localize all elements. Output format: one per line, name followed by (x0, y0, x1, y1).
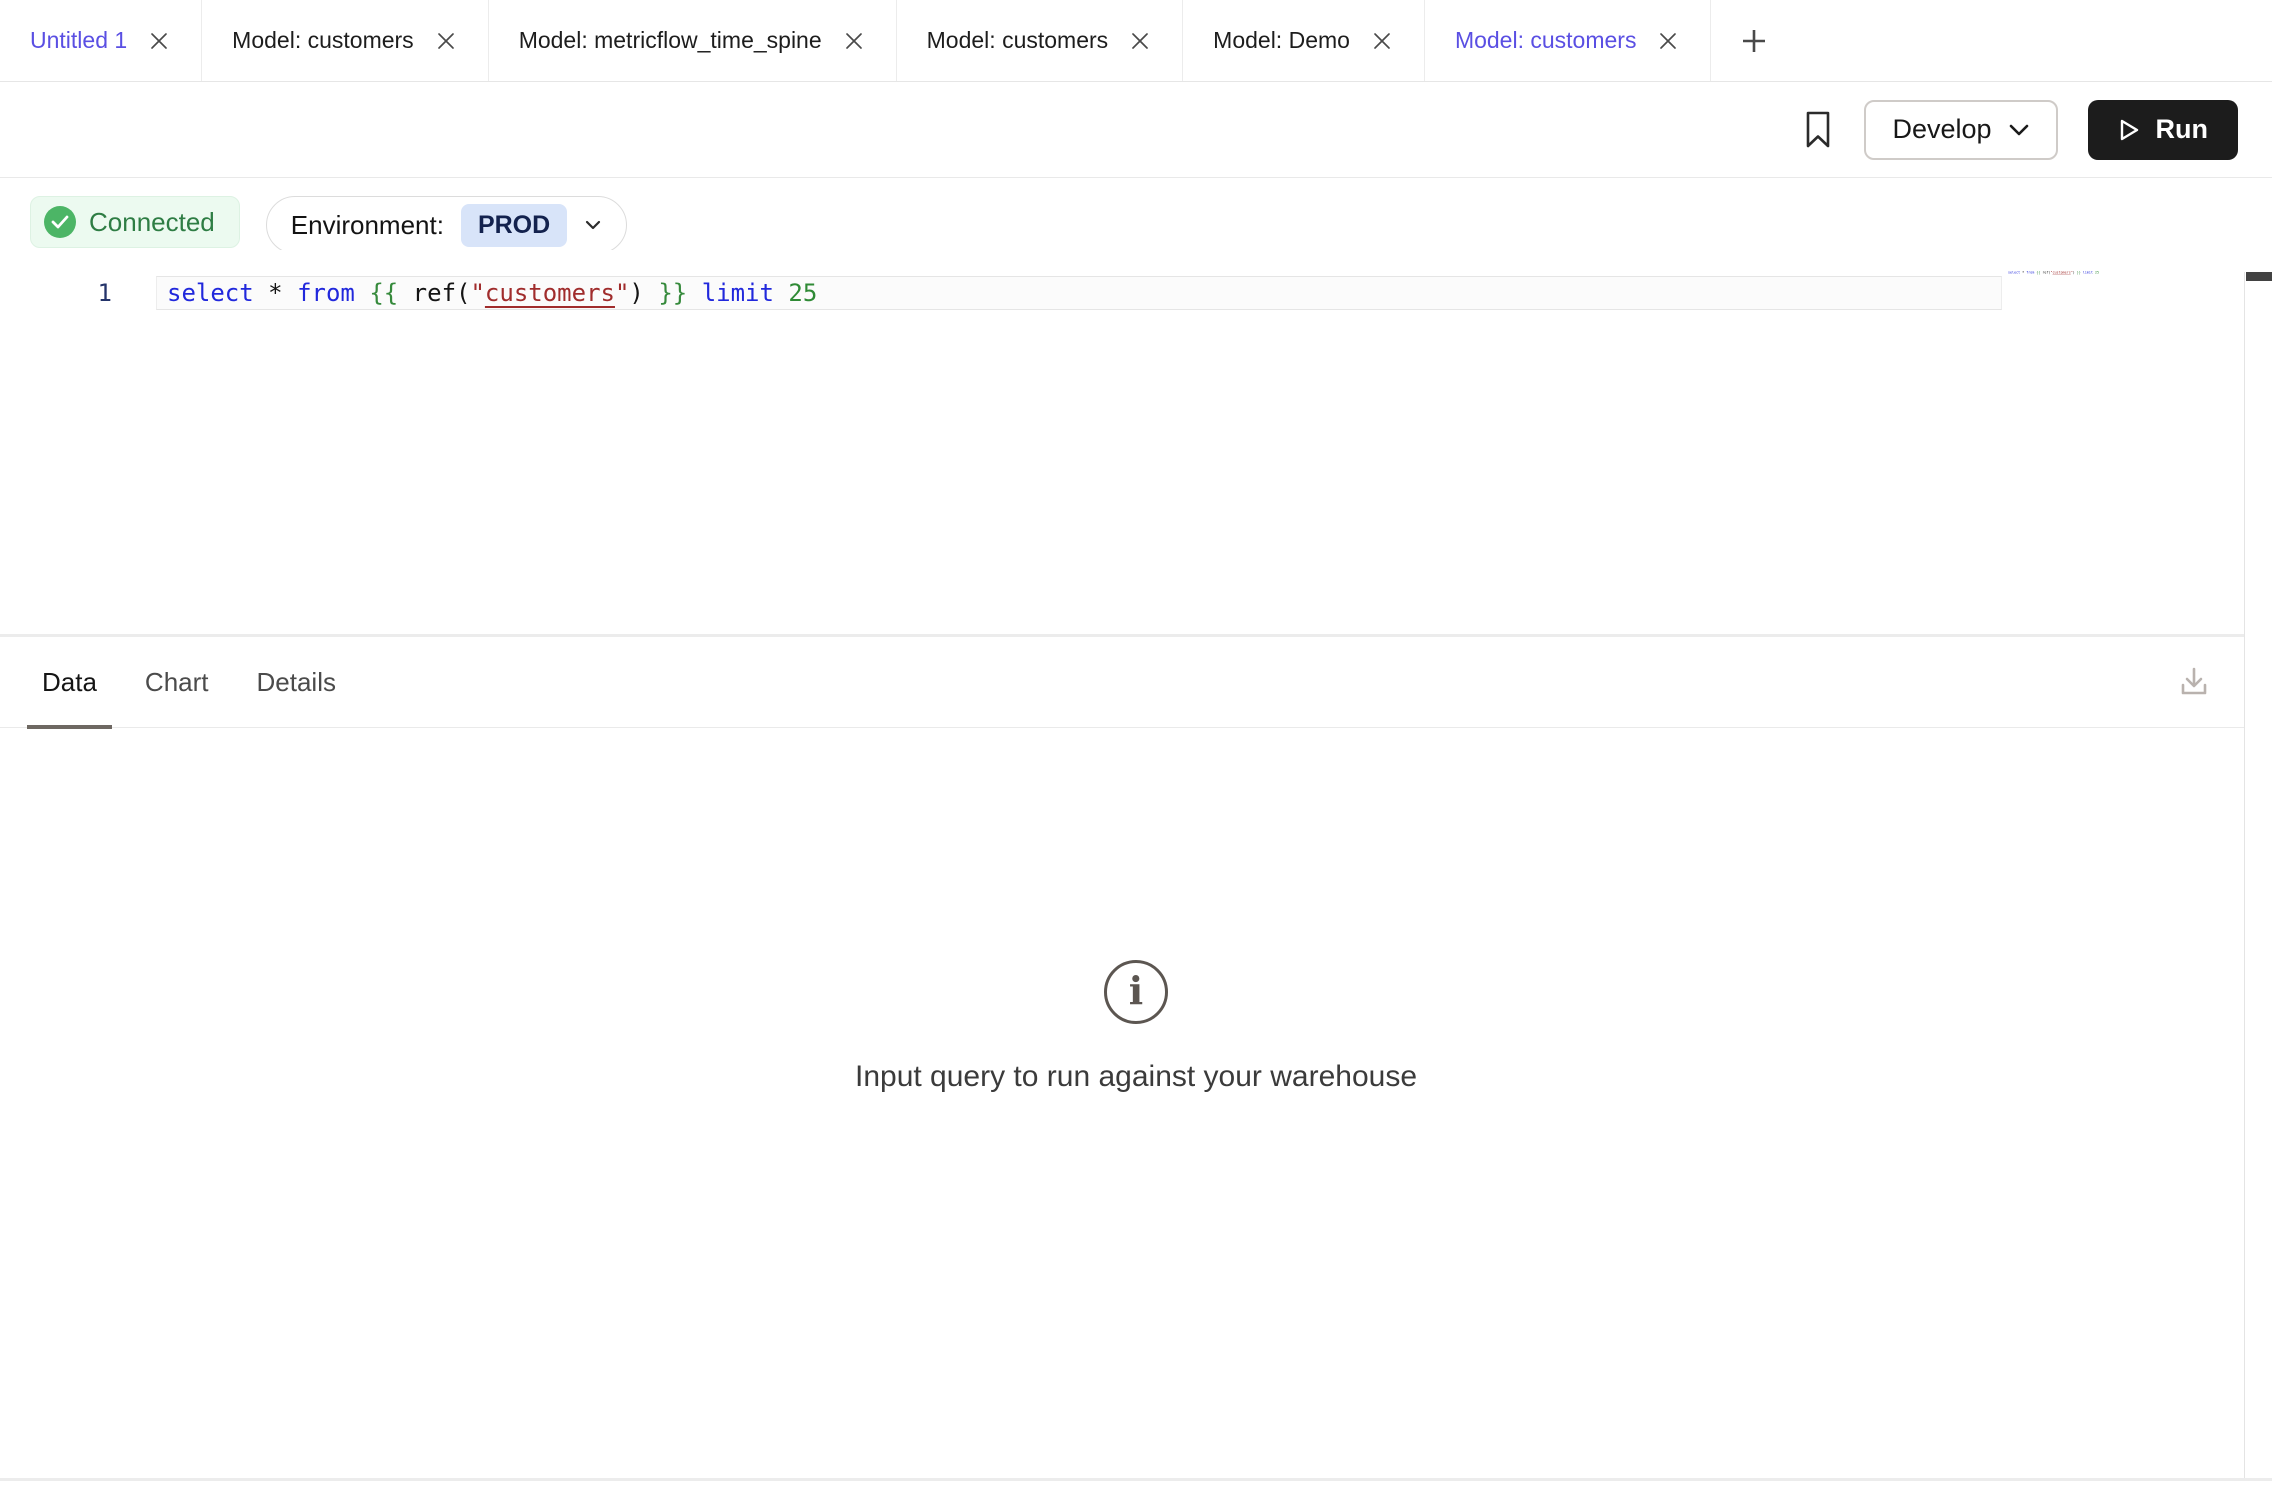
tab-details[interactable]: Details (257, 637, 336, 727)
new-tab-button[interactable] (1711, 0, 1797, 81)
run-button[interactable]: Run (2088, 100, 2238, 160)
results-tabbar: Data Chart Details (0, 637, 2272, 728)
bookmark-button[interactable] (1802, 109, 1834, 151)
tab-5-model-customers[interactable]: Model: customers (1425, 0, 1712, 81)
code-token: select (2008, 270, 2020, 274)
chevron-down-icon (584, 219, 602, 231)
code-token: limit (2083, 270, 2093, 274)
tab-data[interactable]: Data (42, 637, 97, 727)
sql-editor[interactable]: 1 select * from {{ ref("customers") }} l… (0, 250, 2272, 634)
download-results-button[interactable] (2174, 662, 2214, 702)
tabs-container: Untitled 1 Model: customers Model: metricf… (0, 0, 1711, 81)
code-token: {{ (369, 279, 398, 307)
code-token: from (2026, 270, 2034, 274)
code-token (355, 279, 369, 307)
line-number: 1 (0, 276, 112, 310)
tab-label: Model: customers (1455, 27, 1637, 54)
chevron-down-icon (2008, 123, 2030, 137)
play-icon (2118, 118, 2140, 142)
check-icon (51, 215, 69, 229)
run-button-label: Run (2156, 114, 2208, 145)
tab-1-model-customers[interactable]: Model: customers (202, 0, 489, 81)
tab-details-label: Details (257, 667, 336, 698)
close-icon[interactable] (1128, 29, 1152, 53)
tab-chart-label: Chart (145, 667, 209, 698)
bottom-statusbar (0, 1478, 2272, 1486)
tab-0-untitled-1[interactable]: Untitled 1 (0, 0, 202, 81)
code-token: customers (485, 279, 615, 307)
close-icon[interactable] (147, 29, 171, 53)
code-token (283, 279, 297, 307)
tab-label: Model: customers (232, 27, 414, 54)
tab-chart[interactable]: Chart (145, 637, 209, 727)
connected-dot (44, 206, 76, 238)
environment-value-badge: PROD (461, 204, 567, 247)
code-token: " (470, 279, 484, 307)
code-token: 25 (2095, 270, 2099, 274)
develop-button-label: Develop (1892, 114, 1991, 145)
code-token: ref( (398, 279, 470, 307)
code-token: ref( (2040, 270, 2050, 274)
info-icon: i (1104, 960, 1168, 1024)
new-tab-icon (1738, 25, 1770, 57)
code-token (254, 279, 268, 307)
tab-3-model-customers[interactable]: Model: customers (897, 0, 1184, 81)
tab-label: Model: Demo (1213, 27, 1350, 54)
empty-state-message: Input query to run against your warehous… (855, 1060, 1417, 1094)
editor-tabbar: Untitled 1 Model: customers Model: metricf… (0, 0, 2272, 82)
tab-data-label: Data (42, 667, 97, 698)
code-token: ) (629, 279, 658, 307)
status-row: Connected Environment: PROD (0, 178, 2272, 250)
code-token (687, 279, 701, 307)
tab-2-model-metricflow-time-spine[interactable]: Model: metricflow_time_spine (489, 0, 897, 81)
bookmark-icon (1802, 109, 1834, 151)
close-icon[interactable] (1656, 29, 1680, 53)
scrollbar-thumb[interactable] (2246, 272, 2272, 281)
editor-minimap[interactable]: select * from {{ ref("customers") }} lim… (2008, 270, 2099, 275)
code-token: from (297, 279, 355, 307)
results-empty-state: i Input query to run against your wareho… (0, 728, 2272, 1478)
connected-badge: Connected (30, 196, 240, 248)
connected-label: Connected (89, 207, 215, 238)
info-icon-glyph: i (1129, 972, 1143, 1010)
code-token: select (167, 279, 254, 307)
code-token (774, 279, 788, 307)
code-token: 25 (788, 279, 817, 307)
app-window: Untitled 1 Model: customers Model: metricf… (0, 0, 2272, 1486)
toolbar: Develop Run (0, 82, 2272, 178)
tab-4-model-demo[interactable]: Model: Demo (1183, 0, 1425, 81)
close-icon[interactable] (842, 29, 866, 53)
download-icon (2174, 662, 2214, 702)
environment-label: Environment: (291, 210, 444, 241)
close-icon[interactable] (434, 29, 458, 53)
tab-label: Untitled 1 (30, 27, 127, 54)
close-icon[interactable] (1370, 29, 1394, 53)
tab-label: Model: metricflow_time_spine (519, 27, 822, 54)
environment-selector[interactable]: Environment: PROD (266, 196, 627, 254)
code-token: }} (658, 279, 687, 307)
tab-label: Model: customers (927, 27, 1109, 54)
code-token: limit (702, 279, 774, 307)
code-token: customers (2053, 270, 2071, 274)
develop-button[interactable]: Develop (1864, 100, 2057, 160)
code-line[interactable]: select * from {{ ref("customers") }} lim… (167, 276, 817, 310)
code-token: " (615, 279, 629, 307)
vertical-scrollbar[interactable] (2244, 272, 2272, 1478)
code-token: * (268, 279, 282, 307)
